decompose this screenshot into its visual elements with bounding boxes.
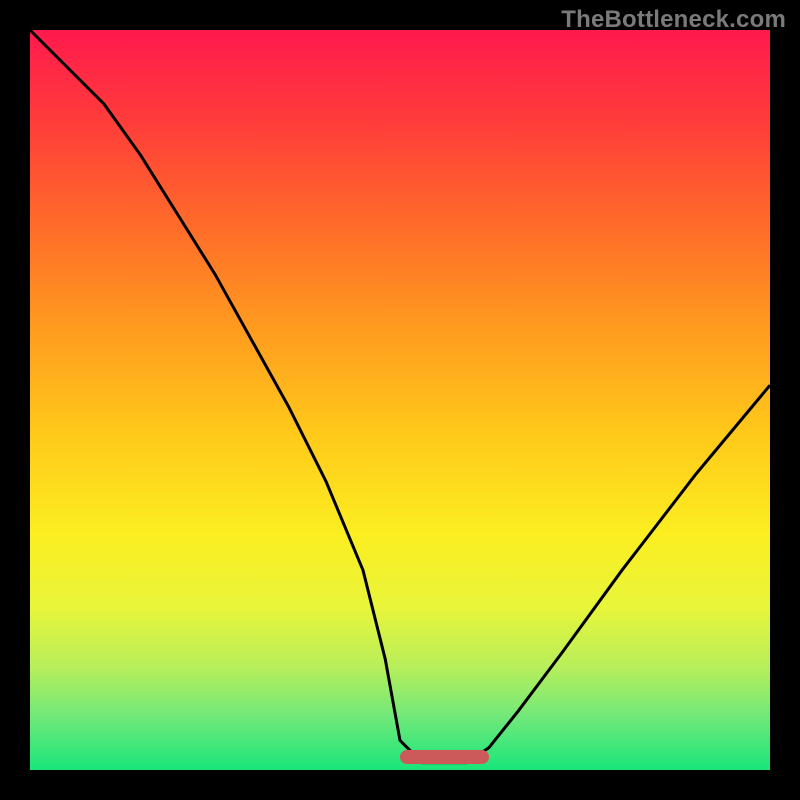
bottleneck-curve xyxy=(30,30,770,770)
chart-frame: TheBottleneck.com xyxy=(0,0,800,800)
watermark-text: TheBottleneck.com xyxy=(561,6,786,34)
plot-area xyxy=(30,30,770,770)
valley-marker xyxy=(400,750,489,764)
curve-path xyxy=(30,30,770,763)
